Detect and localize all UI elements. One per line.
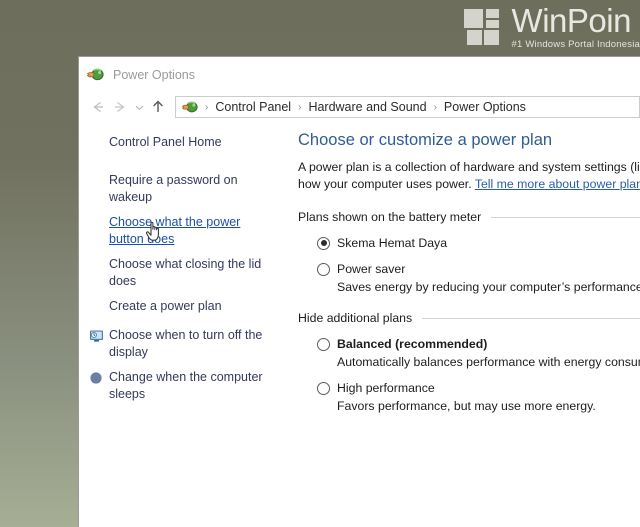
plan-balanced[interactable]: Balanced (recommended) Automatically bal… (298, 337, 640, 369)
sidebar-item-control-panel-home[interactable]: Control Panel Home (79, 134, 284, 154)
intro-text-2: how your computer uses power. (298, 177, 475, 191)
recent-locations-button[interactable] (131, 96, 147, 118)
chevron-down-icon (134, 103, 145, 112)
sidebar-item-label: Require a password on wakeup (109, 173, 238, 204)
sidebar-item-label: Choose what closing the lid does (109, 257, 262, 288)
sidebar-item-create-a-power-plan[interactable]: Create a power plan (79, 298, 284, 318)
sidebar-item-change-when-computer-sleeps[interactable]: Change when the computer sleeps (79, 369, 284, 402)
sidebar-item-label: Create a power plan (109, 299, 222, 313)
arrow-right-icon (112, 100, 128, 114)
intro-line-1: A power plan is a collection of hardware… (298, 159, 640, 176)
page-title: Choose or customize a power plan (298, 131, 553, 149)
plan-name: High performance (337, 381, 435, 395)
sidebar-item-label: Choose when to turn off the display (109, 328, 263, 359)
section-heading-label: Hide additional plans (298, 311, 413, 325)
intro-text-1: A power plan is a collection of hardware… (298, 160, 640, 174)
intro-line-2: how your computer uses power. Tell me mo… (298, 176, 640, 193)
window-title: Power Options (113, 67, 195, 82)
breadcrumb-separator: › (433, 101, 437, 113)
left-navigation-pane: Control Panel Home Require a password on… (79, 122, 284, 527)
breadcrumb-control-panel[interactable]: Control Panel (213, 100, 293, 114)
section-divider (491, 216, 640, 218)
plan-name: Balanced (recommended) (337, 337, 488, 351)
forward-button[interactable] (109, 96, 131, 118)
power-options-window: Power Options › Control Panel › Hardware… (78, 56, 640, 527)
breadcrumb-power-options[interactable]: Power Options (442, 100, 528, 114)
plan-name: Power saver (337, 262, 406, 276)
sidebar-item-label: Choose what the power button does (109, 215, 241, 246)
plan-radio[interactable] (317, 337, 330, 351)
back-button[interactable] (87, 96, 109, 118)
section-heading[interactable]: Hide additional plans (298, 311, 640, 325)
section-heading: Plans shown on the battery meter (298, 210, 640, 224)
section-battery-meter-plans: Plans shown on the battery meter Skema H… (298, 210, 640, 294)
sidebar-item-choose-what-power-button-does[interactable]: Choose what the power button does (79, 214, 284, 247)
power-plug-icon (87, 66, 104, 83)
plan-radio[interactable] (317, 236, 330, 250)
plan-high-performance[interactable]: High performance Favors performance, but… (298, 381, 640, 413)
breadcrumb-hardware-and-sound[interactable]: Hardware and Sound (306, 100, 428, 114)
window-titlebar: Power Options (79, 57, 640, 92)
plan-radio[interactable] (317, 381, 330, 395)
breadcrumb-separator: › (205, 101, 209, 113)
navigation-toolbar: › Control Panel › Hardware and Sound › P… (79, 92, 640, 122)
arrow-up-icon (150, 99, 166, 115)
sidebar-item-choose-when-to-turn-off-display[interactable]: Choose when to turn off the display (79, 327, 284, 360)
plan-skema-hemat-daya[interactable]: Skema Hemat Daya (298, 236, 640, 250)
moon-icon (89, 369, 107, 390)
tell-me-more-link[interactable]: Tell me more about power plans (475, 177, 640, 191)
plan-description: Saves energy by reducing your computer’s… (337, 280, 640, 294)
monitor-icon (89, 327, 107, 348)
plan-description: Favors performance, but may use more ene… (337, 399, 596, 413)
address-bar[interactable]: › Control Panel › Hardware and Sound › P… (175, 96, 640, 118)
breadcrumb-separator: › (298, 101, 302, 113)
arrow-left-icon (90, 100, 106, 114)
section-divider (422, 317, 640, 319)
plan-radio[interactable] (317, 262, 330, 276)
up-button[interactable] (147, 96, 169, 118)
plan-name: Skema Hemat Daya (337, 236, 448, 250)
sidebar-item-label: Control Panel Home (109, 135, 222, 149)
plan-power-saver[interactable]: Power saver Saves energy by reducing you… (298, 262, 640, 294)
content-pane: Choose or customize a power plan A power… (284, 122, 640, 527)
section-additional-plans: Hide additional plans Balanced (recommen… (298, 311, 640, 413)
sidebar-item-label: Change when the computer sleeps (109, 370, 263, 401)
address-power-plug-icon (180, 99, 200, 115)
sidebar-item-choose-what-closing-lid-does[interactable]: Choose what closing the lid does (79, 256, 284, 289)
window-body: Control Panel Home Require a password on… (79, 122, 640, 527)
sidebar-item-require-password-on-wakeup[interactable]: Require a password on wakeup (79, 172, 284, 205)
plan-description: Automatically balances performance with … (337, 355, 640, 369)
section-heading-label: Plans shown on the battery meter (298, 210, 482, 224)
